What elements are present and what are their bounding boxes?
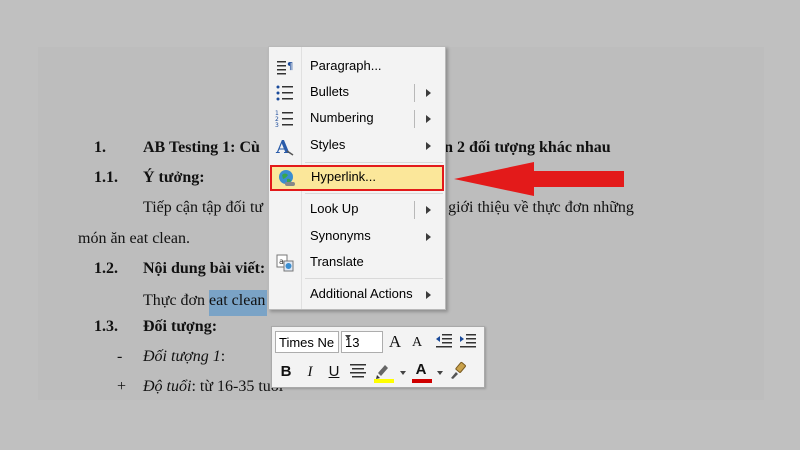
menu-item-label: Paragraph... bbox=[310, 58, 382, 73]
menu-separator bbox=[305, 278, 443, 279]
submenu-arrow-icon[interactable] bbox=[426, 233, 431, 241]
chevron-down-icon bbox=[345, 335, 351, 339]
svg-text:a: a bbox=[279, 257, 284, 266]
subheading-text: Nội dung bài viết: bbox=[143, 260, 266, 277]
body-text: Tiếp cận tập đối tư bbox=[143, 199, 264, 216]
bullet-text-italic: Đối tượng 1 bbox=[143, 348, 221, 365]
grow-font-button[interactable]: A bbox=[385, 332, 405, 352]
italic-button[interactable]: I bbox=[300, 362, 320, 382]
font-color-bar bbox=[412, 379, 432, 383]
body-text: món ăn eat clean. bbox=[78, 230, 190, 247]
menu-separator bbox=[305, 162, 443, 163]
menu-item-label: Additional Actions bbox=[310, 286, 413, 301]
font-color-icon: A bbox=[415, 361, 427, 378]
selected-text[interactable]: eat clean bbox=[209, 290, 268, 316]
format-painter-brush-icon bbox=[451, 361, 466, 379]
increase-indent-icon bbox=[460, 334, 476, 348]
bullet-marker: + bbox=[117, 378, 127, 395]
increase-indent-button[interactable] bbox=[458, 332, 478, 352]
menu-item-synonyms[interactable]: Synonyms bbox=[269, 225, 445, 249]
heading-text: AB Testing 1: Cù bbox=[143, 139, 260, 156]
list-number: 1.3. bbox=[94, 318, 118, 335]
menu-item-numbering[interactable]: 123 Numbering bbox=[269, 107, 445, 131]
list-number: 1.1. bbox=[94, 169, 118, 186]
bullets-icon bbox=[275, 83, 295, 103]
svg-text:¶: ¶ bbox=[287, 61, 293, 72]
submenu-arrow-icon[interactable] bbox=[426, 89, 431, 97]
menu-item-styles[interactable]: A Styles bbox=[269, 134, 445, 158]
bullet-text: Độ tuổi: từ 16-35 tuổi bbox=[143, 378, 283, 396]
numbering-icon: 123 bbox=[275, 109, 295, 129]
heading-text-right: ển 2 đối tượng khác nhau bbox=[437, 139, 611, 156]
context-menu: ¶ Paragraph... Bullets 123 Numbering A S… bbox=[268, 46, 446, 310]
menu-item-hyperlink[interactable]: Hyperlink... bbox=[270, 165, 444, 191]
menu-item-bullets[interactable]: Bullets bbox=[269, 81, 445, 105]
bullet-text-italic: Độ tuổi bbox=[143, 378, 192, 395]
decrease-indent-icon bbox=[436, 334, 452, 348]
chevron-down-icon[interactable] bbox=[437, 371, 443, 375]
font-size-dropdown[interactable]: 13 bbox=[341, 331, 383, 353]
format-painter-button[interactable] bbox=[448, 361, 468, 381]
bullet-marker: - bbox=[117, 348, 123, 365]
menu-item-additional-actions[interactable]: Additional Actions bbox=[269, 283, 445, 307]
translate-icon: a bbox=[275, 253, 295, 273]
menu-item-label: Bullets bbox=[310, 84, 350, 99]
menu-item-label: Hyperlink... bbox=[311, 169, 377, 184]
decrease-indent-button[interactable] bbox=[434, 332, 454, 352]
submenu-divider bbox=[414, 84, 415, 102]
shrink-font-button[interactable]: A bbox=[407, 333, 427, 353]
bold-button[interactable]: B bbox=[276, 362, 296, 382]
grow-font-icon: A bbox=[388, 332, 402, 351]
svg-text:3: 3 bbox=[275, 122, 279, 129]
hyperlink-globe-icon bbox=[277, 168, 297, 188]
menu-item-label: Styles bbox=[310, 137, 346, 152]
subheading-text: Ý tưởng: bbox=[143, 169, 205, 186]
body-text: Thực đơn eat clean bbox=[143, 290, 268, 316]
submenu-divider bbox=[414, 110, 415, 128]
center-align-icon bbox=[350, 364, 366, 378]
svg-text:A: A bbox=[275, 137, 291, 156]
bullet-text: Đối tượng 1: bbox=[143, 348, 225, 366]
body-text-prefix: Thực đơn bbox=[143, 292, 210, 309]
menu-item-translate[interactable]: a Translate bbox=[269, 251, 445, 275]
submenu-arrow-icon[interactable] bbox=[426, 115, 431, 123]
shrink-font-icon: A bbox=[411, 335, 423, 350]
submenu-arrow-icon[interactable] bbox=[426, 206, 431, 214]
submenu-arrow-icon[interactable] bbox=[426, 291, 431, 299]
underline-button[interactable]: U bbox=[324, 362, 344, 382]
list-number: 1.2. bbox=[94, 260, 118, 277]
menu-item-look-up[interactable]: Look Up bbox=[269, 198, 445, 222]
font-name-dropdown[interactable]: Times Ne bbox=[275, 331, 339, 353]
font-name-value: Times Ne bbox=[279, 335, 335, 350]
chevron-down-icon[interactable] bbox=[400, 371, 406, 375]
menu-separator bbox=[305, 193, 443, 194]
menu-item-label: Numbering bbox=[310, 110, 374, 125]
menu-item-label: Synonyms bbox=[310, 228, 371, 243]
red-pointer-arrow-icon bbox=[452, 162, 628, 201]
paragraph-icon: ¶ bbox=[275, 57, 295, 77]
submenu-divider bbox=[414, 201, 415, 219]
subheading-text: Đối tượng: bbox=[143, 318, 218, 335]
menu-item-label: Translate bbox=[310, 254, 364, 269]
menu-item-label: Look Up bbox=[310, 201, 359, 216]
font-color-button[interactable]: A bbox=[411, 360, 432, 383]
bullet-text-suffix: : bbox=[220, 348, 226, 365]
body-text-right: ch giới thiệu về thực đơn những bbox=[429, 199, 634, 216]
highlight-color-button[interactable] bbox=[373, 361, 394, 383]
menu-item-paragraph[interactable]: ¶ Paragraph... bbox=[269, 55, 445, 79]
mini-toolbar: Times Ne 13 A A B I U A bbox=[271, 326, 485, 388]
center-align-button[interactable] bbox=[348, 362, 368, 382]
submenu-arrow-icon[interactable] bbox=[426, 142, 431, 150]
list-number: 1. bbox=[94, 139, 106, 156]
bullet-text-suffix: : từ 16-35 tuổi bbox=[191, 378, 284, 395]
styles-icon: A bbox=[275, 136, 295, 158]
highlighter-icon bbox=[374, 365, 394, 383]
